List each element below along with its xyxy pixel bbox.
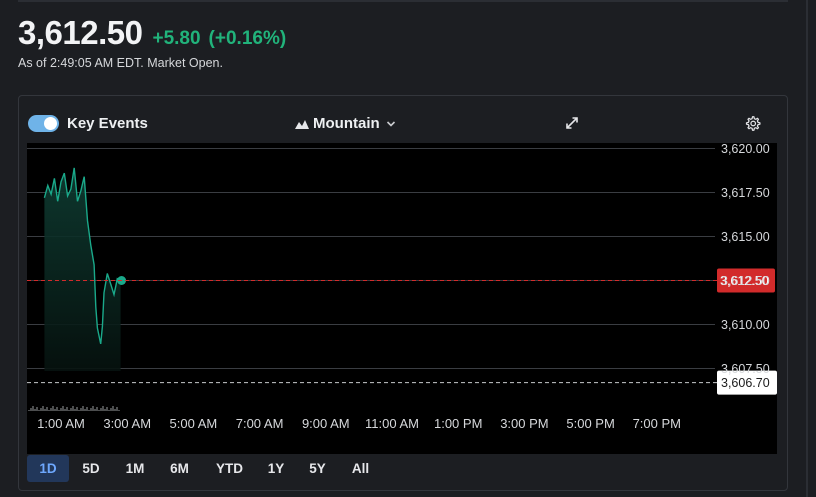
x-tick-label: 5:00 AM xyxy=(170,416,218,431)
price-change: +5.80 xyxy=(152,28,201,49)
y-tick-label: 3,612.50 xyxy=(721,274,770,288)
x-tick-label: 1:00 PM xyxy=(434,416,482,431)
x-tick-label: 11:00 AM xyxy=(365,416,419,431)
x-tick-label: 1:00 AM xyxy=(37,416,85,431)
x-tick-label: 3:00 PM xyxy=(500,416,548,431)
y-tick-label: 3,610.00 xyxy=(721,318,770,332)
range-button-1d[interactable]: 1D xyxy=(27,455,69,482)
range-button-1y[interactable]: 1Y xyxy=(257,455,295,482)
chart-type-label: Mountain xyxy=(313,115,380,132)
previous-close-label: 3,606.70 xyxy=(721,376,770,390)
x-tick-label: 7:00 PM xyxy=(633,416,681,431)
right-divider xyxy=(806,0,808,497)
quote-timestamp: As of 2:49:05 AM EDT. Market Open. xyxy=(18,56,223,70)
x-tick-label: 3:00 AM xyxy=(103,416,151,431)
x-tick-label: 5:00 PM xyxy=(566,416,614,431)
y-tick-label: 3,617.50 xyxy=(721,186,770,200)
current-price: 3,612.50 xyxy=(18,14,143,51)
y-tick-label: 3,607.50 xyxy=(721,362,770,376)
range-button-6m[interactable]: 6M xyxy=(157,455,202,482)
x-tick-label: 9:00 AM xyxy=(302,416,350,431)
top-divider xyxy=(18,0,788,2)
y-tick-label: 3,620.00 xyxy=(721,143,770,156)
price-change-percent: (+0.16%) xyxy=(208,28,287,49)
price-chart[interactable]: 3,612.50 3,606.70 3,620.00 3,617.50 3,615.0… xyxy=(27,143,777,454)
expand-icon[interactable] xyxy=(564,115,580,131)
x-tick-label: 7:00 AM xyxy=(236,416,284,431)
key-events-toggle[interactable] xyxy=(28,115,59,132)
quote-header: 3,612.50 +5.80 (+0.16%) xyxy=(18,14,286,52)
price-chart-svg: 3,612.50 3,606.70 3,620.00 3,617.50 3,615.0… xyxy=(27,143,777,431)
chart-type-dropdown[interactable]: Mountain xyxy=(295,115,396,132)
price-area xyxy=(44,167,121,371)
range-button-5y[interactable]: 5Y xyxy=(295,455,340,482)
mountain-icon xyxy=(295,119,309,129)
chevron-down-icon xyxy=(386,120,395,127)
chart-toolbar: Key Events Mountain xyxy=(27,110,777,138)
key-events-label: Key Events xyxy=(67,115,148,132)
range-button-all[interactable]: All xyxy=(340,455,381,482)
toggle-knob xyxy=(44,117,57,130)
y-tick-label: 3,615.00 xyxy=(721,230,770,244)
range-button-1m[interactable]: 1M xyxy=(113,455,157,482)
range-button-ytd[interactable]: YTD xyxy=(202,455,257,482)
range-button-5d[interactable]: 5D xyxy=(69,455,113,482)
gear-icon[interactable] xyxy=(744,115,761,132)
range-selector: 1D 5D 1M 6M YTD 1Y 5Y All xyxy=(27,455,381,482)
